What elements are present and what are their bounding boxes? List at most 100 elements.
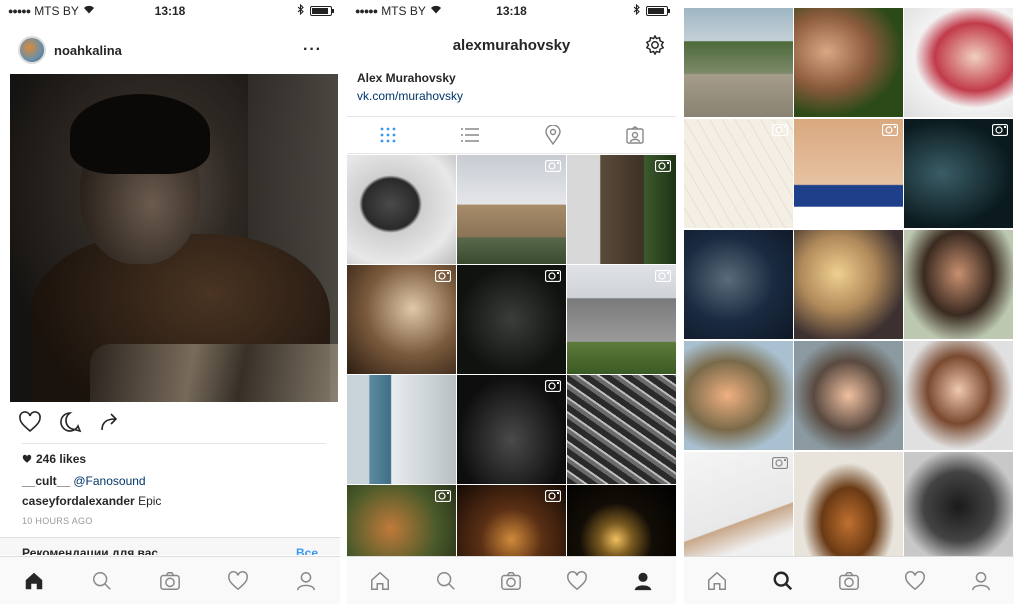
heart-icon[interactable] [902, 568, 928, 594]
tab-bar [0, 556, 340, 604]
photo-tile[interactable] [567, 155, 676, 264]
photo-tile[interactable] [904, 230, 1013, 339]
photo-tile[interactable] [794, 230, 903, 339]
video-icon [992, 124, 1008, 136]
status-bar: ●●●●● MTS BY 13:18 [0, 0, 340, 22]
search-icon[interactable] [433, 568, 459, 594]
camera-icon[interactable] [836, 568, 862, 594]
photo-tile[interactable] [684, 119, 793, 228]
comment-row: caseyfordalexander Epic [22, 494, 161, 508]
search-icon[interactable] [770, 568, 796, 594]
photo-tile[interactable] [904, 8, 1013, 117]
carrier-label: MTS BY [381, 4, 426, 18]
camera-icon[interactable] [498, 568, 524, 594]
comment-icon[interactable] [58, 410, 82, 434]
profile-icon[interactable] [968, 568, 994, 594]
photo-tile[interactable] [904, 341, 1013, 450]
photo-tile[interactable] [684, 8, 793, 117]
gear-icon[interactable] [644, 34, 666, 56]
profile-icon[interactable] [293, 568, 319, 594]
video-icon [545, 380, 561, 392]
home-icon[interactable] [367, 568, 393, 594]
comment-user[interactable]: __cult__ [22, 474, 70, 488]
photo-tile[interactable] [794, 8, 903, 117]
bluetooth-icon [297, 3, 304, 18]
profile-nav-bar: alexmurahovsky [347, 22, 676, 68]
video-icon [435, 270, 451, 282]
more-options-icon[interactable]: ··· [303, 41, 322, 59]
comment-mention[interactable]: @Fanosound [73, 474, 145, 488]
home-icon[interactable] [21, 568, 47, 594]
video-icon [545, 160, 561, 172]
video-icon [545, 490, 561, 502]
photo-tile[interactable] [794, 119, 903, 228]
recommendations-label: Рекомендации для вас [22, 546, 159, 555]
comment-row: __cult__ @Fanosound [22, 474, 146, 488]
list-icon[interactable] [460, 125, 480, 145]
search-icon[interactable] [89, 568, 115, 594]
heart-icon[interactable] [564, 568, 590, 594]
photo-tile[interactable] [684, 341, 793, 450]
divider [22, 443, 326, 444]
post-actions [18, 410, 122, 434]
profile-icon[interactable] [630, 568, 656, 594]
share-icon[interactable] [98, 410, 122, 434]
photo-tile[interactable] [684, 230, 793, 339]
video-icon [772, 124, 788, 136]
photo-tile[interactable] [457, 155, 566, 264]
profile-view-tabs [347, 116, 676, 154]
photo-tile[interactable] [347, 375, 456, 484]
battery-icon [646, 6, 670, 16]
photo-tile[interactable] [904, 452, 1013, 561]
photo-tile[interactable] [904, 119, 1013, 228]
post-timestamp: 10 HOURS AGO [22, 516, 93, 526]
avatar[interactable] [18, 36, 46, 64]
photo-tile[interactable] [347, 265, 456, 374]
photo-tile[interactable] [794, 341, 903, 450]
location-pin-icon[interactable] [543, 125, 563, 145]
comment-user[interactable]: caseyfordalexander [22, 494, 135, 508]
photo-tile[interactable] [567, 375, 676, 484]
small-heart-icon [22, 454, 32, 463]
home-icon[interactable] [704, 568, 730, 594]
battery-icon [310, 6, 334, 16]
see-all-link[interactable]: Все [296, 546, 318, 555]
status-bar: ●●●●● MTS BY 13:18 [347, 0, 676, 22]
video-icon [435, 490, 451, 502]
photo-tile[interactable] [684, 452, 793, 561]
comment-text: Epic [138, 494, 162, 508]
grid-icon[interactable] [378, 125, 398, 145]
post-photo[interactable] [10, 74, 338, 402]
photo-tile[interactable] [457, 265, 566, 374]
video-icon [545, 270, 561, 282]
explore-screen [684, 0, 1014, 604]
photo-tile[interactable] [457, 375, 566, 484]
explore-photo-grid [684, 8, 1014, 561]
profile-username-title: alexmurahovsky [452, 36, 571, 54]
wifi-icon [83, 5, 95, 17]
likes-label: 246 likes [36, 452, 87, 466]
video-icon [655, 270, 671, 282]
photo-tile[interactable] [794, 452, 903, 561]
like-heart-icon[interactable] [18, 410, 42, 434]
post-header: noahkalina ··· [0, 30, 340, 70]
feed-screen: ●●●●● MTS BY 13:18 noahkalina ··· 246 li… [0, 0, 340, 604]
video-icon [882, 124, 898, 136]
photo-tile[interactable] [567, 265, 676, 374]
photo-tile[interactable] [347, 155, 456, 264]
video-icon [772, 457, 788, 469]
carrier-label: MTS BY [34, 4, 79, 18]
signal-icon: ●●●●● [8, 6, 31, 16]
camera-icon[interactable] [157, 568, 183, 594]
likes-count[interactable]: 246 likes [22, 452, 86, 466]
post-username[interactable]: noahkalina [54, 43, 122, 58]
profile-website-link[interactable]: vk.com/murahovsky [357, 89, 463, 103]
profile-full-name: Alex Murahovsky [357, 71, 456, 85]
tagged-person-icon[interactable] [625, 125, 645, 145]
tab-bar [347, 556, 676, 604]
recommendations-bar: Рекомендации для вас Все [0, 537, 340, 555]
heart-icon[interactable] [225, 568, 251, 594]
video-icon [655, 160, 671, 172]
profile-screen: ●●●●● MTS BY 13:18 alexmurahovsky Alex M… [347, 0, 676, 604]
profile-photo-grid [347, 155, 676, 594]
